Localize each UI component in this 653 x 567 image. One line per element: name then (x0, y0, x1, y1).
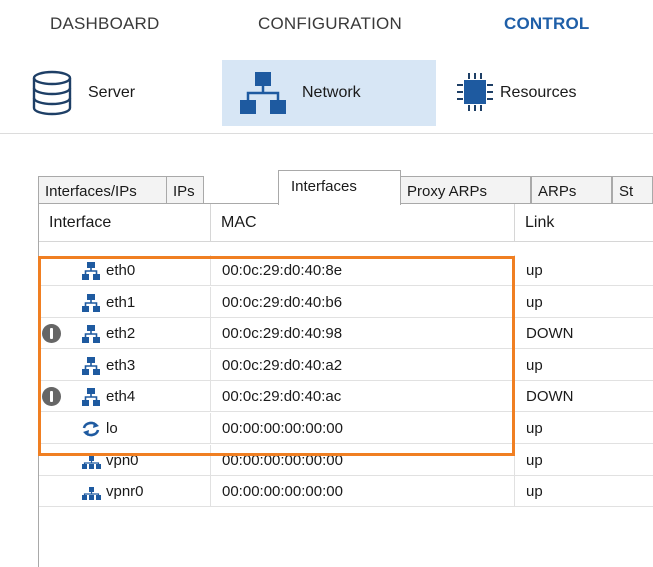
network-icon (81, 261, 101, 281)
toolbar-server-label: Server (88, 84, 136, 101)
mac-cell: 00:0c:29:d0:40:98 (211, 318, 515, 350)
link-status-cell: DOWN (515, 381, 653, 412)
column-header-interface[interactable]: Interface (39, 204, 211, 242)
database-icon (30, 70, 74, 116)
table-row[interactable]: vpn0 00:00:00:00:00:00 up (39, 444, 653, 476)
chip-icon (456, 70, 494, 116)
table-row[interactable]: eth3 00:0c:29:d0:40:a2 up (39, 349, 653, 381)
table-row[interactable]: eth4 00:0c:29:d0:40:ac DOWN (39, 381, 653, 413)
link-status-cell: DOWN (515, 318, 653, 349)
link-status-cell: up (515, 476, 653, 507)
mac-cell: 00:0c:29:d0:40:b6 (211, 286, 515, 318)
network-icon (81, 293, 101, 313)
mac-cell: 00:0c:29:d0:40:8e (211, 255, 515, 286)
interfaces-table: Interface MAC Link eth0 00:0c:29:d0:40:8e… (38, 203, 653, 567)
tab-interfaces-ips[interactable]: Interfaces/IPs (38, 176, 167, 204)
link-status-cell: up (515, 350, 653, 381)
table-header: Interface MAC Link (39, 204, 653, 242)
interface-name: vpnr0 (106, 483, 144, 501)
interface-name: lo (106, 420, 118, 437)
interface-cell: eth3 (39, 349, 211, 381)
toolbar: Server Network Resources (0, 56, 653, 134)
network-icon (81, 356, 101, 376)
interface-cell: eth0 (39, 255, 211, 286)
interface-cell: lo (39, 413, 211, 444)
link-status-cell: up (515, 287, 653, 318)
toolbar-network-button[interactable]: Network (222, 60, 436, 126)
toolbar-server-button[interactable]: Server (30, 60, 200, 126)
column-header-mac[interactable]: MAC (211, 204, 515, 242)
tab-interfaces[interactable]: Interfaces (278, 170, 401, 205)
link-status-cell: up (515, 255, 653, 286)
link-status-cell: up (515, 445, 653, 476)
tab-st[interactable]: St (612, 176, 653, 204)
network-icon (81, 387, 101, 407)
toolbar-resources-label: Resources (500, 84, 577, 101)
interface-name: eth2 (106, 325, 136, 343)
table-row[interactable]: eth1 00:0c:29:d0:40:b6 up (39, 286, 653, 318)
mac-cell: 00:00:00:00:00:00 (211, 476, 515, 508)
top-navigation: DASHBOARD CONFIGURATION CONTROL (0, 0, 653, 52)
toolbar-network-label: Network (302, 84, 361, 101)
vpn-icon (81, 451, 101, 471)
tab-ips[interactable]: IPs (166, 176, 204, 204)
nav-tab-dashboard[interactable]: DASHBOARD (50, 14, 160, 34)
link-status-cell: up (515, 413, 653, 444)
interface-cell: vpn0 (39, 444, 211, 476)
mac-cell: 00:00:00:00:00:00 (211, 413, 515, 444)
interface-name: eth4 (106, 388, 136, 406)
mac-cell: 00:00:00:00:00:00 (211, 444, 515, 476)
table-row[interactable]: eth0 00:0c:29:d0:40:8e up (39, 255, 653, 286)
interface-cell: eth4 (39, 381, 211, 413)
interface-name: eth3 (106, 356, 136, 374)
mac-cell: 00:0c:29:d0:40:a2 (211, 349, 515, 381)
interface-cell: eth2 (39, 318, 211, 350)
table-row[interactable]: eth2 00:0c:29:d0:40:98 DOWN (39, 318, 653, 350)
table-row[interactable]: vpnr0 00:00:00:00:00:00 up (39, 476, 653, 508)
interface-cell: eth1 (39, 286, 211, 318)
interface-name: vpn0 (106, 451, 139, 469)
interface-name: eth1 (106, 293, 136, 311)
warning-icon (42, 387, 61, 407)
nav-tab-configuration[interactable]: CONFIGURATION (258, 14, 402, 34)
loopback-icon (81, 419, 101, 439)
tab-proxy-arps[interactable]: Proxy ARPs (400, 176, 531, 204)
interface-name: eth0 (106, 262, 136, 279)
toolbar-resources-button[interactable]: Resources (448, 60, 653, 126)
nav-tab-control[interactable]: CONTROL (504, 14, 589, 34)
table-row[interactable]: lo 00:00:00:00:00:00 up (39, 413, 653, 444)
tab-arps[interactable]: ARPs (531, 176, 612, 204)
vpn-icon (81, 482, 101, 502)
tab-strip: Interfaces/IPs IPs Interfaces Proxy ARPs… (38, 170, 653, 205)
mac-cell: 00:0c:29:d0:40:ac (211, 381, 515, 413)
warning-icon (42, 324, 61, 344)
network-icon (238, 70, 288, 116)
network-icon (81, 324, 101, 344)
column-header-link[interactable]: Link (515, 204, 653, 242)
interface-cell: vpnr0 (39, 476, 211, 508)
